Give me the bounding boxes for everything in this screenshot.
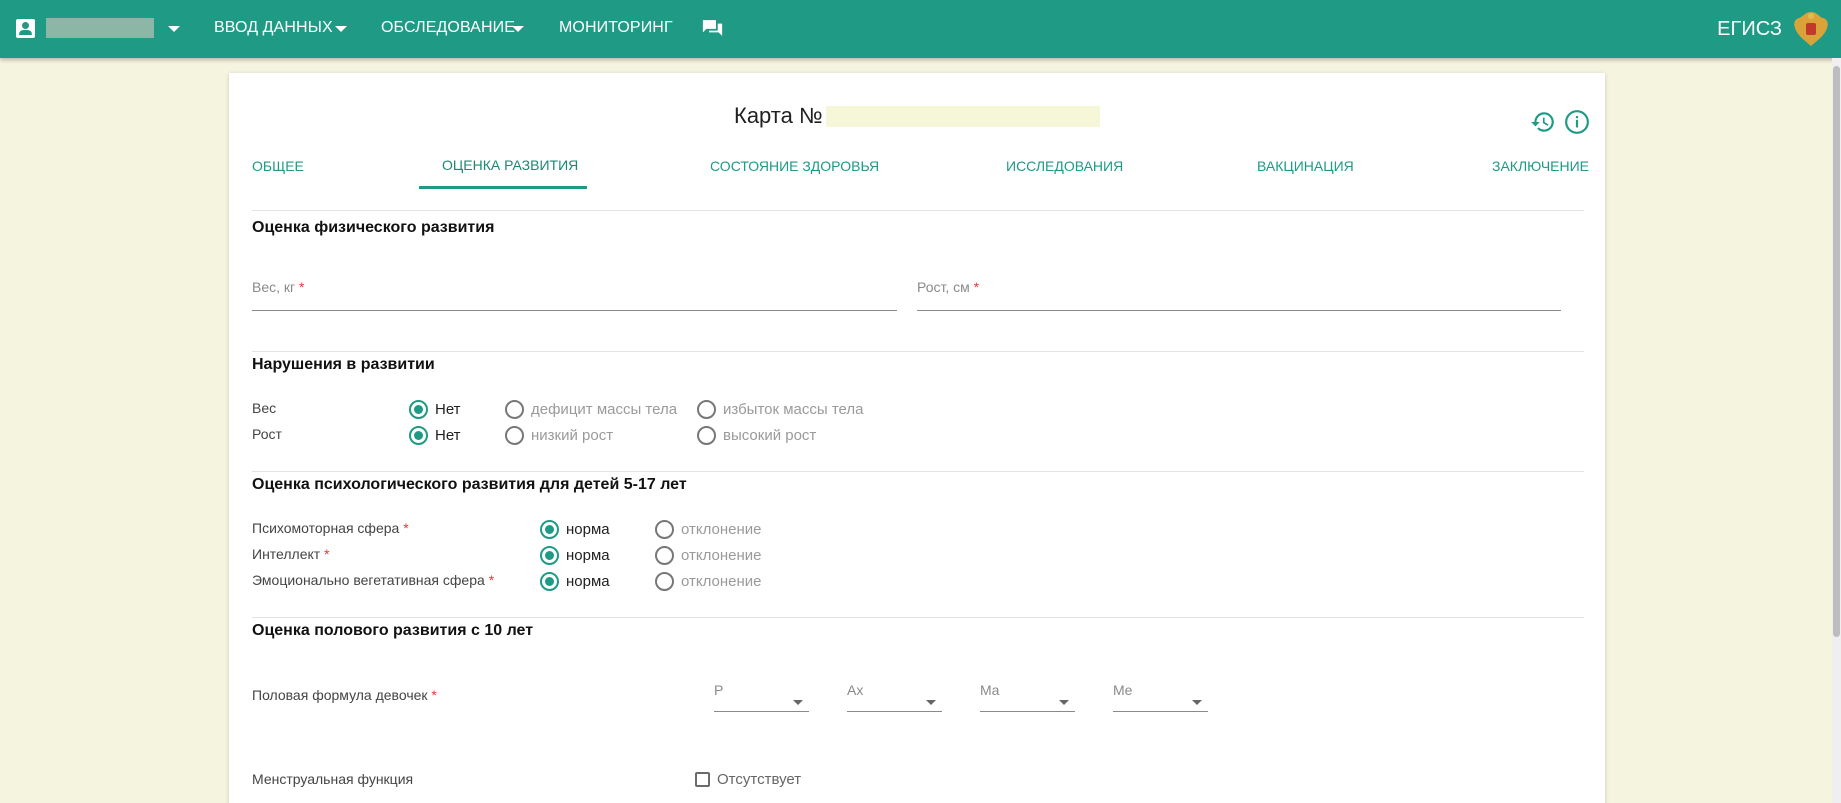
brand-title: ЕГИСЗ xyxy=(1717,18,1782,40)
emotional-deviation-radio[interactable]: отклонение xyxy=(655,572,762,591)
intellect-label: Интеллект * xyxy=(252,546,330,562)
chevron-down-icon xyxy=(1192,700,1202,705)
chevron-down-icon xyxy=(1059,700,1069,705)
user-card-icon[interactable] xyxy=(16,19,35,38)
chat-icon[interactable] xyxy=(702,19,723,37)
select-ma[interactable]: Ma xyxy=(980,682,1075,712)
intellect-norm-radio[interactable]: норма xyxy=(540,546,610,565)
emotional-norm-radio[interactable]: норма xyxy=(540,572,610,591)
examination-chevron-down-icon[interactable] xyxy=(512,26,524,32)
tab-development-active[interactable]: ОЦЕНКА РАЗВИТИЯ xyxy=(442,157,578,173)
psychomotor-deviation-radio[interactable]: отклонение xyxy=(655,520,762,539)
child-card: Карта № ОБЩЕЕ ОЦЕНКА РАЗВИТИЯ СОСТОЯНИЕ … xyxy=(229,73,1605,803)
coat-of-arms-icon xyxy=(1794,12,1828,46)
height-none-radio[interactable]: Нет xyxy=(409,426,461,445)
psychomotor-norm-radio[interactable]: норма xyxy=(540,520,610,539)
height-low-radio[interactable]: низкий рост xyxy=(505,426,613,445)
section-psych-title: Оценка психологического развития для дет… xyxy=(252,476,687,493)
tab-health-status[interactable]: СОСТОЯНИЕ ЗДОРОВЬЯ xyxy=(710,158,879,174)
section-sexual-title: Оценка полового развития с 10 лет xyxy=(252,622,534,639)
scrollbar-thumb[interactable] xyxy=(1833,66,1840,637)
height-high-radio[interactable]: высокий рост xyxy=(697,426,816,445)
menu-monitoring[interactable]: МОНИТОРИНГ xyxy=(559,19,673,37)
weight-input-underline xyxy=(252,310,897,311)
tab-general[interactable]: ОБЩЕЕ xyxy=(252,158,304,174)
data-entry-chevron-down-icon[interactable] xyxy=(335,26,347,32)
weight-input[interactable] xyxy=(252,295,897,317)
user-menu-chevron-down-icon[interactable] xyxy=(168,26,180,32)
divider xyxy=(252,351,1584,352)
menu-data-entry[interactable]: ВВОД ДАННЫХ xyxy=(214,19,333,37)
info-icon[interactable] xyxy=(1564,109,1590,135)
divider xyxy=(252,471,1584,472)
section-physical-title: Оценка физического развития xyxy=(252,219,495,236)
history-icon[interactable] xyxy=(1530,109,1556,135)
menu-examination[interactable]: ОБСЛЕДОВАНИЕ xyxy=(381,19,515,37)
weight-deficit-radio[interactable]: дефицит массы тела xyxy=(505,400,677,419)
weight-excess-radio[interactable]: избыток массы тела xyxy=(697,400,863,419)
top-bar: ВВОД ДАННЫХ ОБСЛЕДОВАНИЕ МОНИТОРИНГ ЕГИС… xyxy=(0,0,1841,58)
intellect-deviation-radio[interactable]: отклонение xyxy=(655,546,762,565)
height-input[interactable] xyxy=(917,295,1561,317)
emotional-label: Эмоционально вегетативная сфера * xyxy=(252,572,495,588)
card-number-redacted xyxy=(826,106,1100,127)
select-ax[interactable]: Ax xyxy=(847,682,942,712)
tab-conclusion[interactable]: ЗАКЛЮЧЕНИЕ xyxy=(1492,158,1589,174)
weight-label: Вес, кг * xyxy=(252,279,305,295)
select-p[interactable]: P xyxy=(714,682,809,712)
chevron-down-icon xyxy=(926,700,936,705)
height-input-underline xyxy=(917,310,1561,311)
psychomotor-label: Психомоторная сфера * xyxy=(252,520,409,536)
menstrual-absent-checkbox[interactable]: Отсутствует xyxy=(695,771,801,788)
formula-label: Половая формула девочек * xyxy=(252,687,437,703)
section-disorders-title: Нарушения в развитии xyxy=(252,356,435,373)
height-label: Рост, см * xyxy=(917,279,980,295)
active-tab-underline xyxy=(419,186,587,189)
chevron-down-icon xyxy=(793,700,803,705)
tab-examinations[interactable]: ИССЛЕДОВАНИЯ xyxy=(1006,158,1123,174)
disorder-weight-label: Вес xyxy=(252,400,277,416)
page-scrollbar[interactable] xyxy=(1832,58,1841,803)
divider xyxy=(252,617,1584,618)
divider xyxy=(252,210,1584,211)
user-name-redacted[interactable] xyxy=(46,18,154,38)
select-me[interactable]: Me xyxy=(1113,682,1208,712)
menstrual-label: Менструальная функция xyxy=(252,771,414,787)
tab-vaccination[interactable]: ВАКЦИНАЦИЯ xyxy=(1257,158,1354,174)
weight-none-radio[interactable]: Нет xyxy=(409,400,461,419)
disorder-height-label: Рост xyxy=(252,426,282,442)
card-title: Карта № xyxy=(734,103,823,128)
